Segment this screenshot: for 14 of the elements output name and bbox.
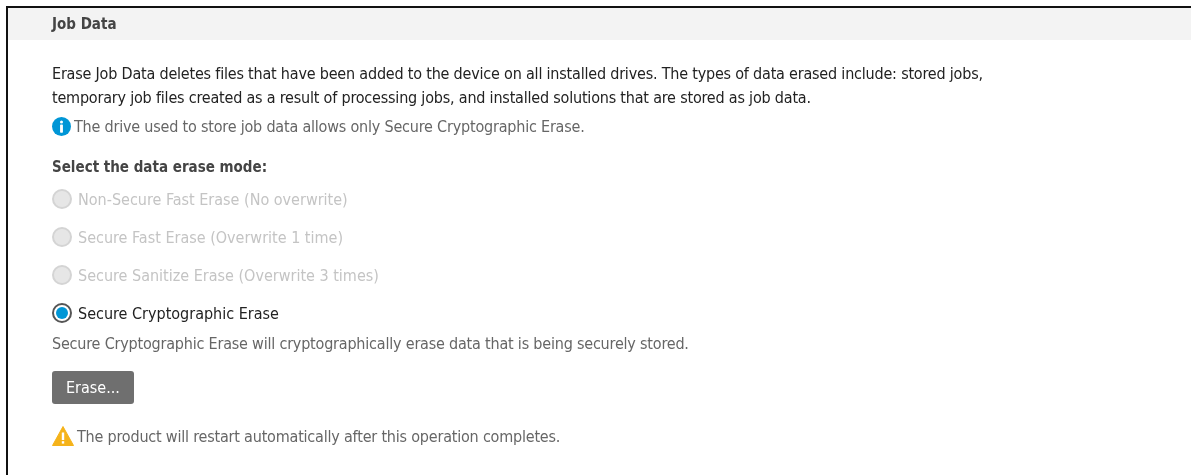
radio-button[interactable] <box>52 303 72 323</box>
warning-text: The product will restart automatically after this operation completes. <box>77 426 561 446</box>
erase-mode-label: Select the data erase mode: <box>52 158 269 176</box>
info-text: The drive used to store job data allows only Secure Cryptographic Erase. <box>74 117 585 136</box>
info-icon <box>52 117 71 136</box>
radio-option: Secure Fast Erase (Overwrite 1 time) <box>52 218 1191 256</box>
description-text: Erase Job Data deletes files that have been added to the device on all installed drives. The types of data erased include: stored jobs, temporary job files created as a result of processing jobs, and installed solutions that are stored as job data. <box>52 63 984 109</box>
radio-option[interactable]: Secure Cryptographic Erase <box>52 294 1191 332</box>
warning-icon <box>52 426 74 446</box>
section-title: Job Data <box>52 15 117 33</box>
erase-button[interactable]: Erase... <box>52 371 134 404</box>
radio-option: Non-Secure Fast Erase (No overwrite) <box>52 180 1191 218</box>
mode-description: Secure Cryptographic Erase will cryptographically erase data that is being securely stored. <box>52 334 690 353</box>
radio-option: Secure Sanitize Erase (Overwrite 3 times) <box>52 256 1191 294</box>
